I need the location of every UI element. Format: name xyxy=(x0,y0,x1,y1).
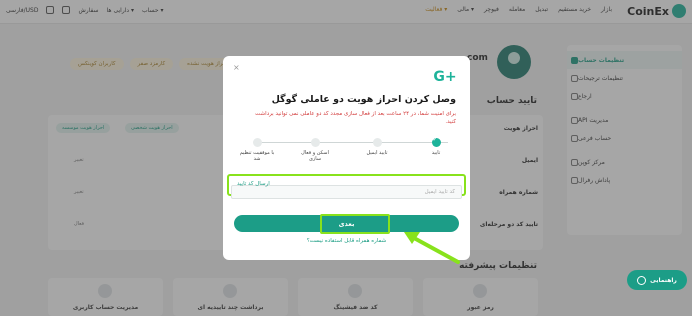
annotation-arrow-icon xyxy=(404,232,460,264)
help-button[interactable]: راهنمایی xyxy=(627,270,687,290)
help-label: راهنمایی xyxy=(650,276,677,284)
help-icon xyxy=(637,275,647,285)
